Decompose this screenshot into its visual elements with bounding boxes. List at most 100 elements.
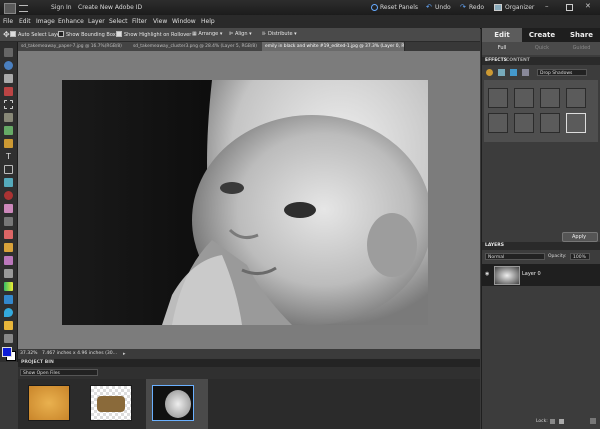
arrange-label: Arrange bbox=[198, 31, 219, 37]
lock-all-icon[interactable] bbox=[559, 419, 564, 424]
tab-create[interactable]: Create bbox=[522, 28, 562, 42]
subtab-quick[interactable]: Quick bbox=[522, 44, 562, 53]
undo-icon: ↶ bbox=[426, 3, 432, 11]
subtab-full[interactable]: Full bbox=[482, 44, 522, 53]
hand-tool-icon[interactable] bbox=[4, 74, 13, 83]
brush-tool-icon[interactable] bbox=[4, 243, 13, 252]
highlight-checkbox[interactable] bbox=[116, 31, 122, 37]
menu-help[interactable]: Help bbox=[201, 18, 215, 25]
layer-row-0[interactable]: ◉ Layer 0 bbox=[482, 264, 600, 286]
pencil-tool-icon[interactable] bbox=[4, 334, 13, 343]
sponge-tool-icon[interactable] bbox=[4, 321, 13, 330]
workspace-menu-icon[interactable] bbox=[19, 5, 28, 12]
status-menu-arrow-icon[interactable]: ▸ bbox=[123, 351, 126, 357]
effects-tab[interactable]: EFFECTS bbox=[485, 58, 507, 63]
distribute-button[interactable]: ⊪ Distribute ▾ bbox=[262, 31, 297, 37]
photo-effects-icon[interactable] bbox=[510, 69, 517, 76]
effects-category-value: Drop Shadows bbox=[540, 71, 573, 76]
spot-healing-tool-icon[interactable] bbox=[4, 204, 13, 213]
menu-file[interactable]: File bbox=[3, 18, 13, 25]
align-button[interactable]: ⊫ Align ▾ bbox=[229, 31, 252, 37]
effect-thumbnail-3[interactable] bbox=[540, 88, 560, 108]
show-open-files-dropdown[interactable]: Show Open Files bbox=[20, 369, 98, 376]
menu-enhance[interactable]: Enhance bbox=[58, 18, 84, 25]
document-image[interactable] bbox=[62, 80, 428, 325]
bounding-box-checkbox[interactable] bbox=[58, 31, 64, 37]
effect-thumbnail-5[interactable] bbox=[488, 113, 508, 133]
smart-brush-tool-icon[interactable] bbox=[4, 256, 13, 265]
opacity-field[interactable]: 100% bbox=[570, 253, 590, 260]
content-tab[interactable]: CONTENT bbox=[506, 58, 530, 63]
document-tab-cluster[interactable]: sd_takemeaway_cluster3.png @ 28.4% (Laye… bbox=[130, 42, 265, 51]
menu-edit[interactable]: Edit bbox=[19, 18, 31, 25]
menu-select[interactable]: Select bbox=[109, 18, 128, 25]
paint-bucket-tool-icon[interactable] bbox=[4, 269, 13, 278]
create-adobe-id-link[interactable]: Create New Adobe ID bbox=[78, 4, 142, 11]
clone-stamp-tool-icon[interactable] bbox=[4, 217, 13, 226]
effects-category-dropdown[interactable]: Drop Shadows bbox=[537, 69, 587, 76]
magic-wand-tool-icon[interactable] bbox=[4, 126, 13, 135]
effect-thumbnail-4[interactable] bbox=[566, 88, 586, 108]
redo-button[interactable]: Redo bbox=[469, 4, 484, 11]
auto-select-layer-option[interactable]: Auto Select Layer bbox=[10, 31, 62, 38]
layer-styles-icon[interactable] bbox=[498, 69, 505, 76]
thumbnail-paper[interactable] bbox=[28, 385, 70, 421]
document-size: 7.467 inches x 4.96 inches (30... bbox=[42, 351, 118, 356]
show-all-icon[interactable] bbox=[522, 69, 529, 76]
zoom-level[interactable]: 37.32% bbox=[20, 351, 38, 356]
reset-panels-button[interactable]: Reset Panels bbox=[380, 4, 418, 11]
apply-button[interactable]: Apply bbox=[562, 232, 598, 242]
arrange-button[interactable]: ▦ Arrange ▾ bbox=[192, 31, 222, 37]
zoom-tool-icon[interactable] bbox=[4, 61, 13, 70]
tab-share[interactable]: Share bbox=[562, 28, 600, 42]
quick-selection-tool-icon[interactable] bbox=[4, 139, 13, 148]
layers-tab[interactable]: LAYERS bbox=[485, 243, 504, 248]
show-bounding-box-option[interactable]: Show Bounding Box bbox=[58, 31, 116, 38]
effect-thumbnail-8[interactable] bbox=[566, 113, 586, 133]
tab-edit[interactable]: Edit bbox=[482, 28, 522, 42]
eyedropper-tool-icon[interactable] bbox=[4, 87, 13, 96]
filters-icon[interactable] bbox=[486, 69, 493, 76]
show-highlight-option[interactable]: Show Highlight on Rollover bbox=[116, 31, 191, 38]
effect-thumbnail-7[interactable] bbox=[540, 113, 560, 133]
document-tab-emily[interactable]: emily in black and white #19_edited-1.jp… bbox=[262, 42, 405, 51]
blur-tool-icon[interactable] bbox=[4, 308, 13, 317]
menu-view[interactable]: View bbox=[153, 18, 167, 25]
delete-layer-icon[interactable] bbox=[590, 418, 596, 424]
red-eye-tool-icon[interactable] bbox=[4, 191, 13, 200]
menu-filter[interactable]: Filter bbox=[132, 18, 147, 25]
layer-visibility-eye-icon[interactable]: ◉ bbox=[485, 271, 489, 277]
thumbnail-emily[interactable] bbox=[152, 385, 194, 421]
subtab-guided[interactable]: Guided bbox=[562, 44, 600, 53]
recompose-tool-icon[interactable] bbox=[4, 178, 13, 187]
sign-in-link[interactable]: Sign In bbox=[51, 4, 72, 11]
crop-tool-icon[interactable] bbox=[4, 165, 13, 174]
document-tab-paper[interactable]: sd_takemeaway_paper-7.jpg @ 16.7%(RGB/8) bbox=[18, 42, 133, 51]
highlight-label: Show Highlight on Rollover bbox=[124, 32, 192, 38]
tool-options-bar: ✥ Auto Select Layer Show Bounding Box Sh… bbox=[0, 28, 480, 42]
gradient-tool-icon[interactable] bbox=[4, 282, 13, 291]
effect-thumbnail-6[interactable] bbox=[514, 113, 534, 133]
menu-image[interactable]: Image bbox=[36, 18, 55, 25]
effect-thumbnail-1[interactable] bbox=[488, 88, 508, 108]
organizer-button[interactable]: Organizer bbox=[505, 4, 534, 11]
minimize-icon[interactable]: – bbox=[545, 2, 549, 10]
undo-button[interactable]: Undo bbox=[435, 4, 451, 11]
close-icon[interactable]: ✕ bbox=[585, 2, 591, 10]
custom-shape-tool-icon[interactable] bbox=[4, 295, 13, 304]
lasso-tool-icon[interactable] bbox=[4, 113, 13, 122]
eraser-tool-icon[interactable] bbox=[4, 230, 13, 239]
foreground-color-swatch[interactable] bbox=[2, 347, 12, 357]
lock-transparency-icon[interactable] bbox=[550, 419, 555, 424]
layer-name[interactable]: Layer 0 bbox=[522, 271, 541, 277]
effect-thumbnail-2[interactable] bbox=[514, 88, 534, 108]
marquee-tool-icon[interactable] bbox=[4, 100, 13, 109]
maximize-icon[interactable] bbox=[566, 4, 573, 11]
menu-layer[interactable]: Layer bbox=[88, 18, 105, 25]
auto-select-checkbox[interactable] bbox=[10, 31, 16, 37]
type-tool-icon[interactable]: T bbox=[4, 152, 13, 161]
move-tool-icon[interactable] bbox=[4, 48, 13, 57]
thumbnail-cluster[interactable] bbox=[90, 385, 132, 421]
blend-mode-dropdown[interactable]: Normal bbox=[485, 253, 545, 260]
menu-window[interactable]: Window bbox=[172, 18, 196, 25]
